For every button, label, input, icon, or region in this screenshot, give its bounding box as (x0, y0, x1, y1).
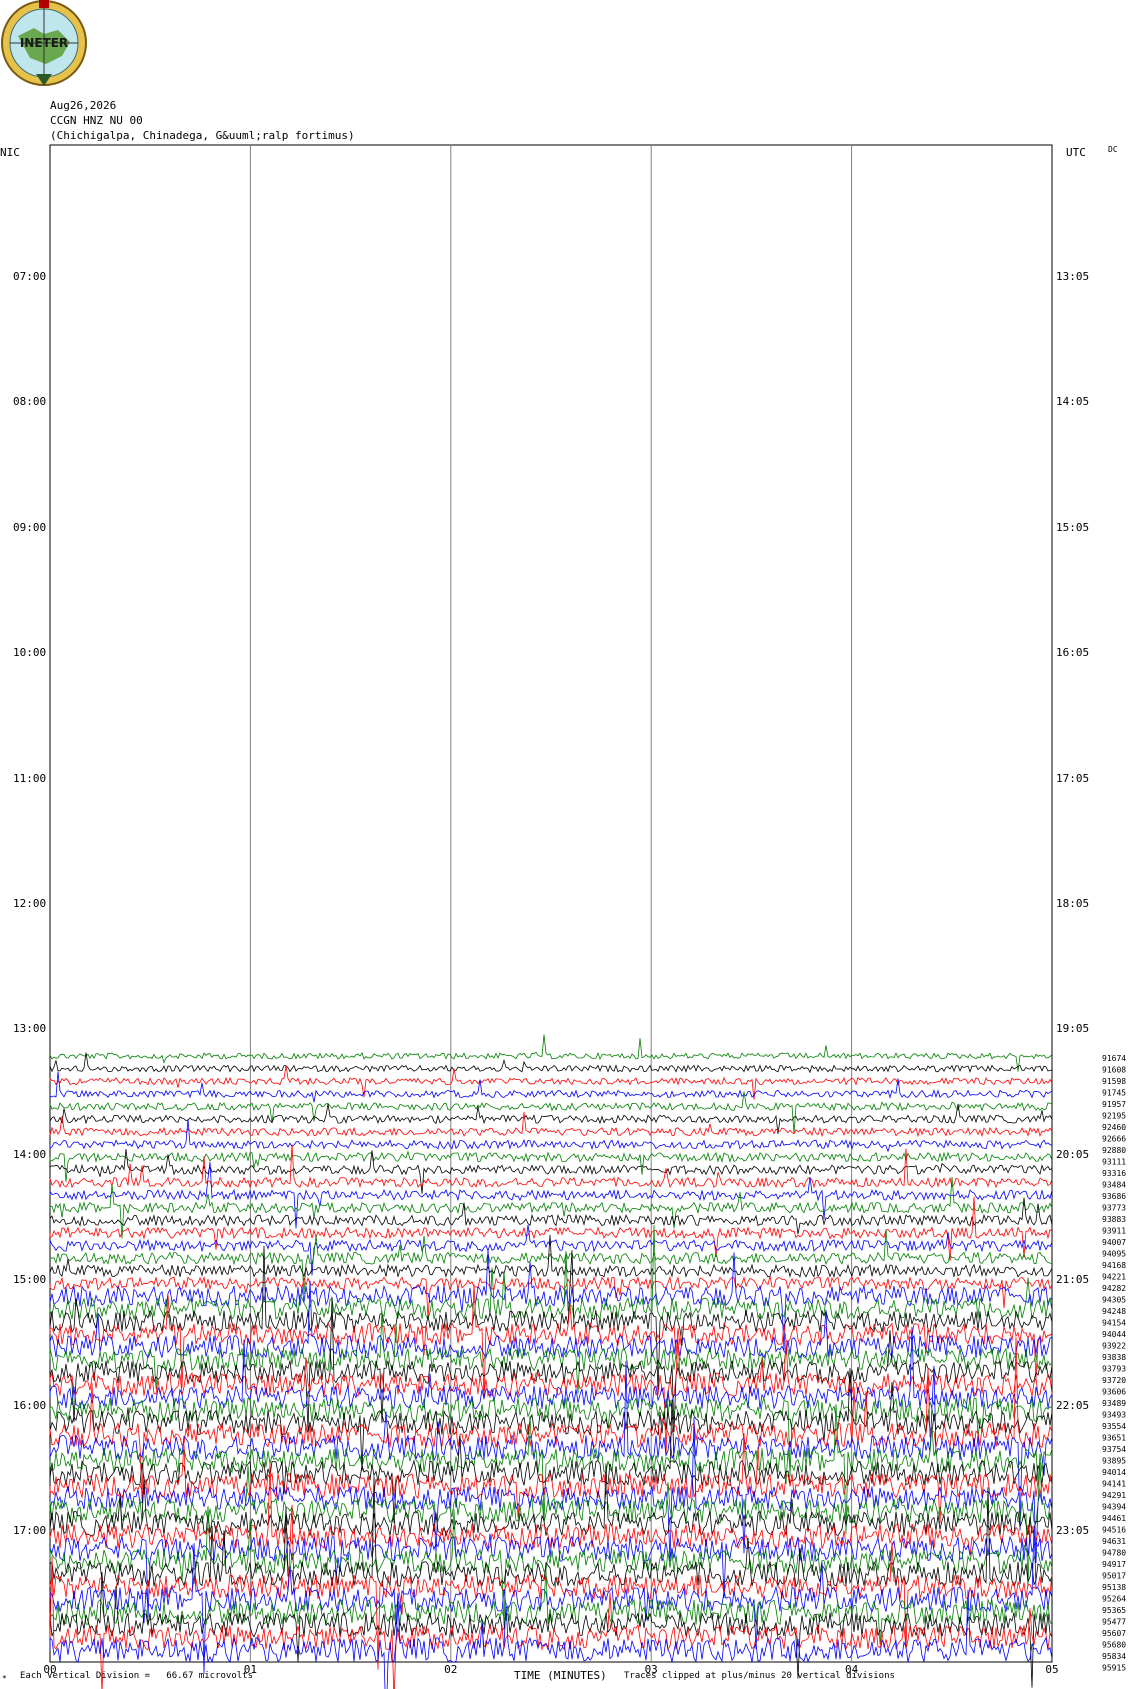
trace-value-label: 94917 (1102, 1560, 1126, 1569)
trace-value-label: 95834 (1102, 1652, 1126, 1661)
trace-value-label: 92195 (1102, 1112, 1126, 1121)
seismic-trace (49, 1476, 1053, 1588)
trace-value-label: 94248 (1102, 1307, 1126, 1316)
x-tick-label: 05 (1045, 1663, 1058, 1676)
trace-value-label: 94516 (1102, 1526, 1126, 1535)
right-hour-label: 16:05 (1056, 646, 1090, 660)
right-hour-label: 21:05 (1056, 1273, 1090, 1287)
seismic-trace (49, 1229, 1053, 1295)
trace-value-label: 94631 (1102, 1537, 1126, 1546)
trace-value-label: 93883 (1102, 1215, 1126, 1224)
trace-value-label: 95365 (1102, 1606, 1126, 1615)
seismic-trace (49, 1225, 1053, 1321)
seismic-trace (49, 1162, 1053, 1229)
trace-value-label: 94141 (1102, 1480, 1126, 1489)
trace-value-label: 94461 (1102, 1514, 1126, 1523)
trace-value-label: 93111 (1102, 1158, 1126, 1167)
trace-value-label: 94221 (1102, 1273, 1126, 1282)
footer-clip-note: Traces clipped at plus/minus 20 vertical… (624, 1671, 895, 1681)
seismic-trace (49, 1149, 1053, 1194)
trace-value-label: 91957 (1102, 1100, 1126, 1109)
trace-value-label: 93493 (1102, 1411, 1126, 1420)
trace-value-label: 92880 (1102, 1146, 1126, 1155)
right-hour-label: 23:05 (1056, 1524, 1090, 1537)
trace-value-label: 95680 (1102, 1641, 1126, 1650)
left-hour-label: 13:00 (13, 1022, 47, 1036)
seismic-trace (49, 1071, 1053, 1103)
left-hour-label: 15:00 (13, 1273, 47, 1287)
left-hour-label: 11:00 (13, 771, 47, 785)
trace-value-label: 93793 (1102, 1365, 1126, 1374)
trace-value-label: 93922 (1102, 1342, 1126, 1351)
trace-value-label: 94095 (1102, 1250, 1126, 1259)
trace-value-label: 94305 (1102, 1296, 1126, 1305)
trace-value-label: 94007 (1102, 1238, 1126, 1247)
seismic-trace (49, 1091, 1053, 1134)
trace-value-label: 92460 (1102, 1123, 1126, 1132)
trace-value-label: 94282 (1102, 1284, 1126, 1293)
right-hour-label: 19:05 (1056, 1022, 1090, 1036)
right-hour-label: 22:05 (1056, 1398, 1090, 1412)
left-hour-label: 17:00 (13, 1524, 47, 1537)
right-hour-label: 13:05 (1056, 270, 1090, 283)
right-hour-label: 15:05 (1056, 520, 1090, 534)
seismic-trace (49, 1119, 1053, 1153)
left-hour-label: 12:00 (13, 897, 47, 910)
seismic-trace (49, 1338, 1053, 1456)
seismic-trace (49, 1034, 1053, 1072)
trace-value-label: 95607 (1102, 1629, 1126, 1638)
right-hour-label: 18:05 (1056, 897, 1090, 910)
trace-value-label: 95915 (1102, 1664, 1126, 1673)
footer-division: Each Vertical Division = 66.67 microvolt… (20, 1671, 253, 1681)
trace-value-label: 94014 (1102, 1468, 1126, 1477)
left-hour-label: 07:00 (13, 270, 47, 283)
trace-value-label: 93489 (1102, 1399, 1126, 1408)
trace-value-label: 93484 (1102, 1181, 1126, 1190)
trace-value-label: 94780 (1102, 1549, 1126, 1558)
seismogram-plot: 00 01 02 03 04 059167491608915989174591957921… (43, 144, 1126, 1689)
trace-value-label: 93754 (1102, 1445, 1126, 1454)
trace-value-label: 94168 (1102, 1261, 1126, 1270)
seismic-trace (49, 1150, 1053, 1182)
x-axis-label: TIME (MINUTES) (514, 1669, 607, 1682)
trace-value-label: 93911 (1102, 1227, 1126, 1236)
trace-value-label: 94154 (1102, 1319, 1126, 1328)
trace-value-label: 93773 (1102, 1204, 1126, 1213)
trace-value-label: 95017 (1102, 1572, 1126, 1581)
trace-value-label: 92666 (1102, 1135, 1126, 1144)
trace-value-label: 95138 (1102, 1583, 1126, 1592)
trace-value-label: 93554 (1102, 1422, 1126, 1431)
trace-value-label: 91608 (1102, 1066, 1126, 1075)
trace-value-label: 91598 (1102, 1077, 1126, 1086)
right-hour-label: 14:05 (1056, 395, 1090, 409)
trace-value-label: 93686 (1102, 1192, 1126, 1201)
trace-value-label: 93316 (1102, 1169, 1126, 1178)
left-hour-label: 10:00 (13, 646, 47, 660)
trace-value-label: 93838 (1102, 1353, 1126, 1362)
trace-value-label: 93895 (1102, 1457, 1126, 1466)
trace-value-label: 95477 (1102, 1618, 1126, 1627)
trace-value-label: 91674 (1102, 1054, 1126, 1063)
trace-value-label: 93651 (1102, 1434, 1126, 1443)
x-tick-label: 02 (444, 1663, 457, 1676)
right-hour-label: 20:05 (1056, 1147, 1090, 1161)
trace-value-label: 94044 (1102, 1330, 1126, 1339)
seismic-trace (49, 1176, 1053, 1239)
seismic-trace (49, 1144, 1053, 1189)
footer-marker: * (2, 1674, 7, 1683)
right-hour-label: 17:05 (1056, 771, 1090, 785)
seismic-trace (49, 1367, 1053, 1471)
trace-value-label: 91745 (1102, 1089, 1126, 1098)
trace-value-label: 94394 (1102, 1503, 1126, 1512)
left-hour-label: 16:00 (13, 1398, 47, 1412)
trace-value-label: 93606 (1102, 1388, 1126, 1397)
trace-value-label: 93720 (1102, 1376, 1126, 1385)
trace-value-label: 95264 (1102, 1595, 1126, 1604)
left-hour-label: 08:00 (13, 395, 47, 409)
left-hour-label: 09:00 (13, 520, 47, 534)
trace-value-label: 94291 (1102, 1491, 1126, 1500)
left-hour-label: 14:00 (13, 1147, 47, 1161)
